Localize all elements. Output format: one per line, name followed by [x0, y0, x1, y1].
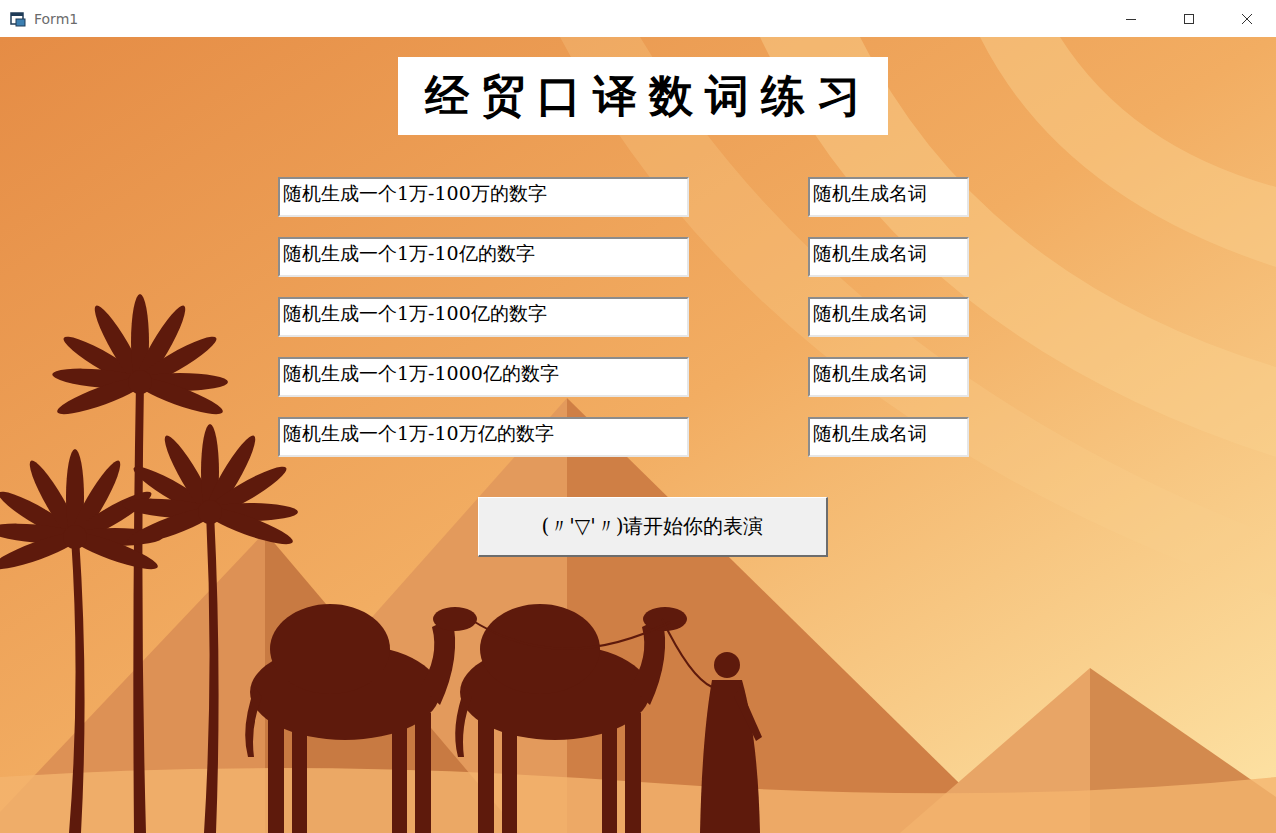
maximize-icon [1183, 13, 1195, 25]
rope [662, 619, 712, 687]
maximize-button[interactable] [1160, 0, 1218, 37]
number-textbox[interactable]: 随机生成一个1万-10亿的数字 [278, 237, 689, 277]
palm-tree [52, 294, 228, 833]
field-row: 随机生成一个1万-1000亿的数字 随机生成名词 [278, 357, 969, 397]
window-controls [1102, 0, 1276, 37]
form-content: 经贸口译数词练习随机生成一个1万-100万的数字随机生成名词随机生成一个1万-1… [0, 37, 1276, 557]
noun-textbox[interactable]: 随机生成名词 [808, 237, 969, 277]
title-bar: Form1 [0, 0, 1276, 37]
form-icon [10, 11, 26, 27]
camel [245, 604, 477, 833]
noun-textbox[interactable]: 随机生成名词 [808, 297, 969, 337]
person [700, 652, 762, 833]
pyramid [180, 398, 1010, 833]
number-textbox[interactable]: 随机生成一个1万-10万亿的数字 [278, 417, 689, 457]
minimize-icon [1125, 13, 1137, 25]
start-button[interactable]: (〃'▽'〃)请开始你的表演 [478, 497, 828, 557]
form-client-area: 经贸口译数词练习随机生成一个1万-100万的数字随机生成名词随机生成一个1万-1… [0, 37, 1276, 833]
number-textbox[interactable]: 随机生成一个1万-100亿的数字 [278, 297, 689, 337]
field-row: 随机生成一个1万-10万亿的数字 随机生成名词 [278, 417, 969, 457]
field-row: 随机生成一个1万-10亿的数字 随机生成名词 [278, 237, 969, 277]
noun-textbox[interactable]: 随机生成名词 [808, 417, 969, 457]
palm-tree [122, 424, 298, 833]
field-row: 随机生成一个1万-100万的数字 随机生成名词 [278, 177, 969, 217]
rope [470, 619, 670, 649]
camel [455, 604, 687, 833]
heading-label: 经贸口译数词练习 [398, 57, 888, 135]
number-textbox[interactable]: 随机生成一个1万-1000亿的数字 [278, 357, 689, 397]
minimize-button[interactable] [1102, 0, 1160, 37]
noun-textbox[interactable]: 随机生成名词 [808, 357, 969, 397]
close-button[interactable] [1218, 0, 1276, 37]
window-title: Form1 [34, 11, 78, 27]
field-rows: 随机生成一个1万-100万的数字随机生成名词随机生成一个1万-10亿的数字随机生… [278, 177, 969, 457]
close-icon [1241, 13, 1253, 25]
number-textbox[interactable]: 随机生成一个1万-100万的数字 [278, 177, 689, 217]
noun-textbox[interactable]: 随机生成名词 [808, 177, 969, 217]
field-row: 随机生成一个1万-100亿的数字 随机生成名词 [278, 297, 969, 337]
app-window: Form1经贸口译数词练习随机生成一个1万-100万的数字随机生成名词随机生成一… [0, 0, 1276, 833]
